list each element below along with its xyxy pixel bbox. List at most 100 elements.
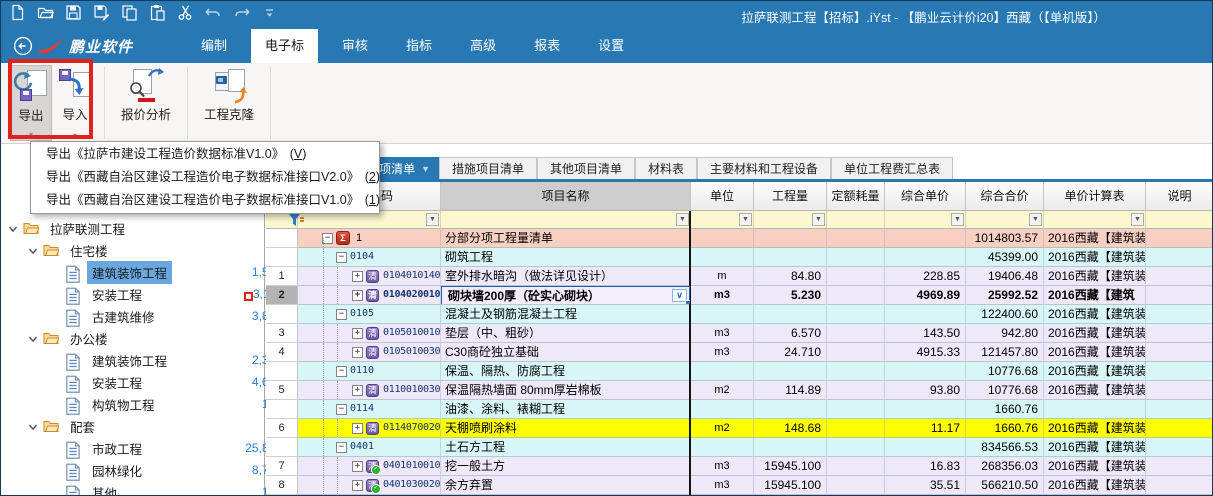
grid-tab-单位工程费汇总表[interactable]: 单位工程费汇总表 [831,157,953,179]
cell-total[interactable]: 19406.48 [966,267,1044,286]
row-number-cell[interactable]: 2 [266,286,298,305]
cell-note[interactable] [1146,248,1213,267]
table-row[interactable]: 4+清010501003001C30商砼独立基础m324.7104915.331… [266,343,1213,362]
cell-unit[interactable]: m3 [691,343,754,362]
cell-price[interactable]: 16.83 [885,457,966,476]
table-row[interactable]: −0401土石方工程834566.532016西藏【建筑装 [266,438,1213,457]
cell-total[interactable]: 10776.68 [966,381,1044,400]
expand-expander-icon[interactable]: + [352,385,363,396]
chevron-down-icon[interactable] [7,222,19,234]
expand-expander-icon[interactable]: + [352,271,363,282]
cell-name[interactable]: C30商砼独立基础 [441,343,691,362]
chevron-down-icon[interactable]: ▼ [421,158,430,180]
ribbon-tab-设置[interactable]: 设置 [584,29,638,63]
cell-note[interactable] [1146,438,1213,457]
cell-quota[interactable] [827,229,885,248]
cell-quota[interactable] [827,343,885,362]
menu-item-export[interactable]: 导出《西藏自治区建设工程造价电子数据标准接口V1.0》 1 [31,189,379,212]
ribbon-tab-高级[interactable]: 高级 [456,29,510,63]
table-row[interactable]: 1+清010401014001室外排水暗沟（做法详见设计）m84.80228.8… [266,267,1213,286]
cell-note[interactable] [1146,324,1213,343]
cell-calc[interactable]: 2016西藏【建筑装 [1044,343,1146,362]
save-icon[interactable] [65,4,82,21]
cell-code[interactable]: −Σ1 [298,229,441,248]
cell-code[interactable]: −0105 [298,305,441,324]
cell-total[interactable]: 566210.50 [966,476,1044,495]
dropdown-arrow-icon[interactable]: ▾ [11,131,51,139]
cell-price[interactable]: 143.50 [885,324,966,343]
cell-calc[interactable]: 2016西藏【建筑装 [1044,457,1146,476]
cell-quota[interactable] [827,381,885,400]
tree-item-拉萨联测工程[interactable]: 拉萨联测工程 [1,217,270,239]
filter-cell-total[interactable]: ▼ [966,211,1044,229]
filter-dropdown-button[interactable]: ▼ [1131,213,1144,226]
cell-calc[interactable]: 2016西藏【建筑装 [1044,229,1146,248]
cell-name[interactable]: 混凝土及钢筋混凝土工程 [441,305,691,324]
undo-icon[interactable] [205,4,222,21]
filter-dropdown-button[interactable]: ▼ [951,213,964,226]
filter-dropdown-button[interactable]: ▼ [676,213,689,226]
paste-icon[interactable] [149,4,166,21]
cell-price[interactable] [885,400,966,419]
cell-price[interactable]: 11.17 [885,419,966,438]
row-number-cell[interactable]: 4 [266,343,298,362]
cell-code[interactable]: −0401 [298,438,441,457]
cell-unit[interactable]: m3 [691,476,754,495]
cell-note[interactable] [1146,343,1213,362]
cell-name[interactable]: 保温隔热墙面 80mm厚岩棉板 [441,381,691,400]
cell-note[interactable] [1146,286,1213,305]
row-number-cell[interactable]: 8 [266,476,298,495]
filter-cell-quota[interactable] [827,211,885,229]
cell-total[interactable]: 122400.60 [966,305,1044,324]
cell-price[interactable]: 93.80 [885,381,966,400]
cell-total[interactable]: 45399.00 [966,248,1044,267]
open-file-icon[interactable] [37,4,54,21]
cell-name[interactable]: 天棚喷刷涂料 [441,419,691,438]
cell-price[interactable] [885,362,966,381]
cell-qty[interactable]: 15945.100 [754,476,827,495]
cell-unit[interactable]: m3 [691,286,754,305]
cell-note[interactable] [1146,457,1213,476]
cell-code[interactable]: +清010501003001 [298,343,441,362]
cell-price[interactable]: 4969.89 [885,286,966,305]
ribbon-tab-编制[interactable]: 编制 [187,29,241,63]
cell-calc[interactable]: 2016西藏【建筑装 [1044,476,1146,495]
cell-price[interactable]: 228.85 [885,267,966,286]
ribbon-tab-电子标[interactable]: 电子标 [251,29,318,63]
cell-code[interactable]: −0104 [298,248,441,267]
cell-code[interactable]: +清010401014001 [298,267,441,286]
cell-unit[interactable]: m3 [691,457,754,476]
cell-qty[interactable] [754,305,827,324]
row-number-cell[interactable] [266,400,298,419]
header-cell-unit[interactable]: 单位 [691,182,754,211]
cell-unit[interactable]: m2 [691,381,754,400]
cell-unit[interactable] [691,362,754,381]
cell-qty[interactable]: 15945.100 [754,457,827,476]
cell-quota[interactable] [827,438,885,457]
table-row[interactable]: 3+清010501001001垫层（中、粗砂）m36.570143.50942.… [266,324,1213,343]
copy-icon[interactable] [121,4,138,21]
cell-name[interactable]: 砌块墙200厚（砼实心砌块）∨ [441,286,691,305]
filter-cell-qty[interactable]: ▼ [754,211,827,229]
customize-toolbar-icon[interactable] [261,4,278,21]
cell-name[interactable]: 室外排水暗沟（做法详见设计） [441,267,691,286]
table-row[interactable]: −0110保温、隔热、防腐工程10776.682016西藏【建筑装 [266,362,1213,381]
row-number-cell[interactable] [266,305,298,324]
cell-calc[interactable]: 2016西藏【建筑装 [1044,419,1146,438]
tree-item-办公楼[interactable]: 办公楼 [1,327,290,349]
dropdown-arrow-icon[interactable]: ▾ [54,132,96,140]
collapse-expander-icon[interactable]: − [336,442,347,453]
cell-name[interactable]: 分部分项工程量清单 [441,229,691,248]
cell-price[interactable] [885,438,966,457]
cell-unit[interactable]: m3 [691,324,754,343]
cell-quota[interactable] [827,457,885,476]
cell-quota[interactable] [827,286,885,305]
filter-dropdown-button[interactable]: ▼ [426,213,439,226]
cell-total[interactable]: 834566.53 [966,438,1044,457]
cell-quota[interactable] [827,362,885,381]
cell-quota[interactable] [827,476,885,495]
collapse-expander-icon[interactable]: − [336,309,347,320]
cell-note[interactable] [1146,362,1213,381]
filter-cell-note[interactable] [1146,211,1213,229]
cell-name[interactable]: 余方弃置 [441,476,691,495]
